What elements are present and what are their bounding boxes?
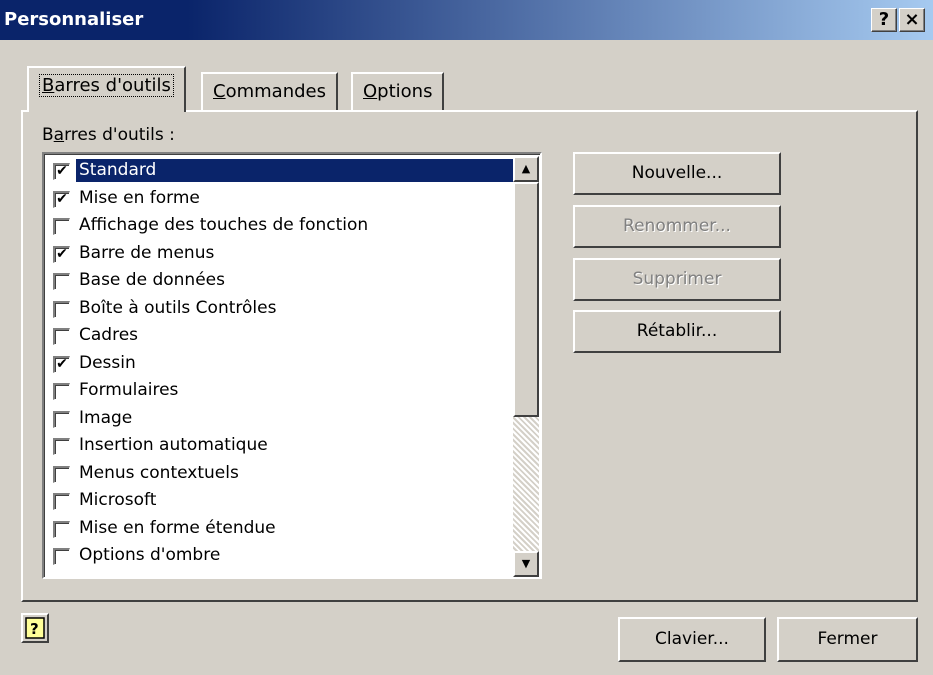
list-item[interactable]: Formulaires	[51, 377, 511, 404]
window-title: Personnaliser	[4, 9, 144, 30]
list-item-label: Options d'ombre	[79, 545, 221, 565]
scroll-up-button[interactable]: ▲	[513, 156, 539, 182]
list-item-label: Boîte à outils Contrôles	[79, 297, 277, 318]
list-item[interactable]: Base de données	[51, 267, 511, 294]
scroll-thumb[interactable]	[513, 182, 539, 417]
list-item[interactable]: Mise en forme étendue	[51, 515, 511, 542]
toolbars-list-label: Barres d'outils :	[42, 125, 175, 145]
keyboard-button[interactable]: Clavier...	[618, 617, 766, 662]
tab-label: ommandes	[225, 81, 326, 102]
toolbar-checkbox[interactable]: ✔	[53, 355, 70, 373]
list-item-label: Standard	[76, 159, 518, 182]
close-icon: ×	[904, 9, 920, 30]
list-item[interactable]: Microsoft	[51, 487, 511, 514]
help-book-icon: ?	[25, 617, 45, 639]
delete-toolbar-button: Supprimer	[573, 258, 781, 301]
toolbar-checkbox[interactable]	[53, 548, 70, 565]
toolbar-checkbox[interactable]	[53, 273, 70, 290]
list-item[interactable]: ✔ Standard	[51, 157, 518, 184]
toolbar-checkbox[interactable]	[53, 218, 70, 235]
list-item-label: Barre de menus	[79, 242, 215, 263]
help-title-button[interactable]: ?	[871, 8, 897, 32]
toolbar-checkbox[interactable]	[53, 438, 70, 455]
scroll-down-button[interactable]: ▼	[513, 551, 539, 577]
rename-toolbar-label: Renommer...	[623, 216, 731, 236]
tab-options[interactable]: Options	[351, 72, 445, 110]
toolbar-checkbox[interactable]	[53, 383, 70, 400]
new-toolbar-button[interactable]: Nouvelle...	[573, 152, 781, 195]
title-bar: Personnaliser ? ×	[0, 0, 933, 40]
toolbar-checkbox[interactable]: ✔	[53, 245, 70, 263]
list-item-label: Image	[79, 407, 133, 428]
arrow-down-icon: ▼	[521, 557, 531, 570]
toolbar-checkbox[interactable]	[53, 520, 70, 538]
toolbar-checkbox[interactable]	[53, 328, 70, 345]
toolbar-checkbox[interactable]	[53, 410, 70, 428]
list-item-label: Menus contextuels	[79, 462, 239, 483]
list-item[interactable]: ✔ Mise en forme	[51, 185, 511, 212]
list-item-label: Cadres	[79, 325, 139, 345]
list-item-label: Mise en forme étendue	[79, 517, 276, 538]
list-item[interactable]: Image	[51, 405, 511, 432]
new-toolbar-label: Nouvelle...	[631, 163, 723, 183]
tab-barres-outils[interactable]: Barres d'outils	[27, 66, 186, 112]
toolbars-listbox[interactable]: ✔ Standard ✔ Mise en forme Affichage des tou…	[42, 152, 542, 579]
tab-label: arres d'outils	[54, 75, 171, 96]
close-title-button[interactable]: ×	[899, 8, 925, 32]
list-item-label: Insertion automatique	[79, 435, 268, 455]
list-item-label: Base de données	[79, 270, 225, 290]
list-item[interactable]: ✔ Barre de menus	[51, 240, 511, 267]
tab-commandes[interactable]: Commandes	[201, 72, 338, 110]
check-icon: ✔	[56, 163, 68, 179]
reset-toolbar-button[interactable]: Rétablir...	[573, 310, 781, 353]
check-icon: ✔	[56, 245, 68, 262]
delete-toolbar-label: Supprimer	[632, 269, 722, 289]
keyboard-label: Clavier...	[655, 629, 729, 649]
list-item[interactable]: Affichage des touches de fonction	[51, 212, 511, 239]
arrow-up-icon: ▲	[521, 162, 531, 175]
question-icon: ?	[878, 9, 890, 30]
list-item[interactable]: Cadres	[51, 322, 511, 349]
toolbar-checkbox[interactable]	[53, 465, 70, 483]
list-item-label: Affichage des touches de fonction	[79, 215, 369, 235]
reset-toolbar-label: Rétablir...	[636, 321, 718, 341]
list-item-label: Formulaires	[79, 380, 179, 400]
list-item-label: Dessin	[79, 352, 136, 373]
toolbar-checkbox[interactable]: ✔	[53, 163, 70, 180]
list-scrollbar[interactable]: ▲ ▼	[513, 156, 539, 577]
list-item-label: Mise en forme	[79, 187, 200, 208]
svg-text:?: ?	[30, 620, 39, 638]
list-item[interactable]: Boîte à outils Contrôles	[51, 295, 511, 322]
check-icon: ✔	[56, 355, 68, 372]
help-icon-button[interactable]: ?	[21, 613, 49, 643]
list-item[interactable]: Menus contextuels	[51, 460, 511, 487]
toolbar-checkbox[interactable]	[53, 300, 70, 318]
toolbar-checkbox[interactable]: ✔	[53, 190, 70, 208]
close-label: Fermer	[817, 629, 878, 649]
check-icon: ✔	[56, 190, 68, 207]
list-item-label: Microsoft	[79, 490, 157, 510]
close-button[interactable]: Fermer	[777, 617, 918, 662]
list-item[interactable]: Insertion automatique	[51, 432, 511, 459]
list-item[interactable]: Options d'ombre	[51, 542, 511, 569]
list-item[interactable]: ✔ Dessin	[51, 350, 511, 377]
tab-label: ptions	[377, 81, 433, 102]
toolbar-checkbox[interactable]	[53, 493, 70, 510]
rename-toolbar-button: Renommer...	[573, 205, 781, 248]
